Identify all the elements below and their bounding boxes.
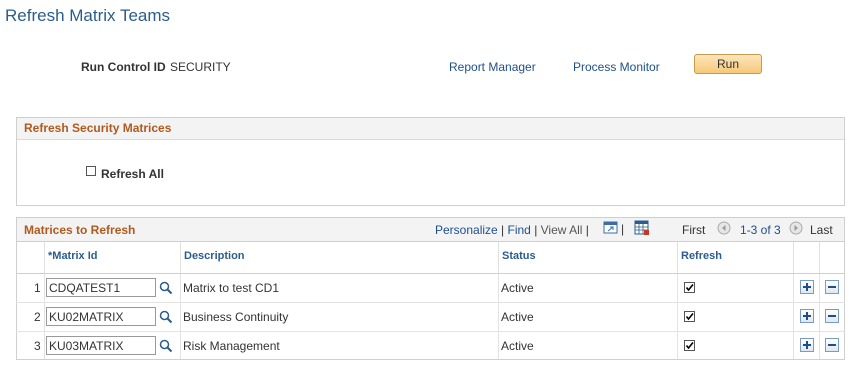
col-head-status[interactable]: Status xyxy=(498,242,677,273)
refresh-all-checkbox[interactable] xyxy=(86,166,96,176)
col-head-delete xyxy=(819,242,844,273)
report-manager-link[interactable]: Report Manager xyxy=(449,60,536,74)
status-cell: Active xyxy=(501,310,534,324)
view-in-window-icon[interactable] xyxy=(603,221,619,235)
row-number: 1 xyxy=(34,281,41,295)
row-range: 1-3 of 3 xyxy=(740,223,781,237)
view-all-link[interactable]: View All xyxy=(541,223,583,237)
description-cell: Risk Management xyxy=(183,339,280,353)
first-label[interactable]: First xyxy=(682,223,705,237)
lookup-icon[interactable] xyxy=(159,339,173,356)
delete-row-icon[interactable] xyxy=(825,338,839,352)
find-link[interactable]: Find xyxy=(508,223,531,237)
row-number: 2 xyxy=(34,310,41,324)
add-row-icon[interactable] xyxy=(800,338,814,352)
refresh-all-label: Refresh All xyxy=(101,167,164,181)
personalize-link[interactable]: Personalize xyxy=(435,223,498,237)
matrix-id-input[interactable] xyxy=(46,307,156,326)
description-cell: Business Continuity xyxy=(183,310,289,324)
lookup-icon[interactable] xyxy=(159,310,173,327)
matrix-id-input[interactable] xyxy=(46,278,156,297)
grid-title: Matrices to Refresh xyxy=(24,223,136,237)
add-row-icon[interactable] xyxy=(800,309,814,323)
col-head-matrix-id[interactable]: *Matrix Id xyxy=(44,242,180,273)
row-number: 3 xyxy=(34,339,41,353)
next-icon[interactable] xyxy=(789,221,803,238)
process-monitor-link[interactable]: Process Monitor xyxy=(573,60,660,74)
last-label[interactable]: Last xyxy=(810,223,833,237)
refresh-checkbox[interactable] xyxy=(684,282,695,293)
col-head-num xyxy=(17,242,44,273)
refresh-security-section: Refresh Security Matrices xyxy=(16,117,845,206)
lookup-icon[interactable] xyxy=(159,281,173,298)
grid-header: Matrices to Refresh Personalize | Find |… xyxy=(16,217,845,242)
page-title: Refresh Matrix Teams xyxy=(5,6,171,25)
download-spreadsheet-icon[interactable] xyxy=(634,220,650,236)
add-row-icon[interactable] xyxy=(800,280,814,294)
col-head-add xyxy=(793,242,819,273)
grid-column-headers: *Matrix Id Description Status Refresh xyxy=(16,242,845,273)
col-head-refresh[interactable]: Refresh xyxy=(677,242,793,273)
grid-toolbar: Personalize | Find | View All | xyxy=(435,223,589,237)
table-row: 2 Business Continuity Active xyxy=(16,303,845,331)
refresh-section-title: Refresh Security Matrices xyxy=(17,118,844,140)
delete-row-icon[interactable] xyxy=(825,280,839,294)
run-button[interactable]: Run xyxy=(694,54,762,74)
col-head-description[interactable]: Description xyxy=(180,242,498,273)
refresh-checkbox[interactable] xyxy=(684,340,695,351)
description-cell: Matrix to test CD1 xyxy=(183,281,280,295)
table-row: 3 Risk Management Active xyxy=(16,332,845,360)
status-cell: Active xyxy=(501,339,534,353)
run-control-value: SECURITY xyxy=(170,60,231,74)
run-control-label: Run Control ID xyxy=(81,60,166,74)
table-row: 1 Matrix to test CD1 Active xyxy=(16,274,845,302)
delete-row-icon[interactable] xyxy=(825,309,839,323)
status-cell: Active xyxy=(501,281,534,295)
previous-icon[interactable] xyxy=(717,221,731,238)
matrix-id-input[interactable] xyxy=(46,336,156,355)
refresh-checkbox[interactable] xyxy=(684,311,695,322)
